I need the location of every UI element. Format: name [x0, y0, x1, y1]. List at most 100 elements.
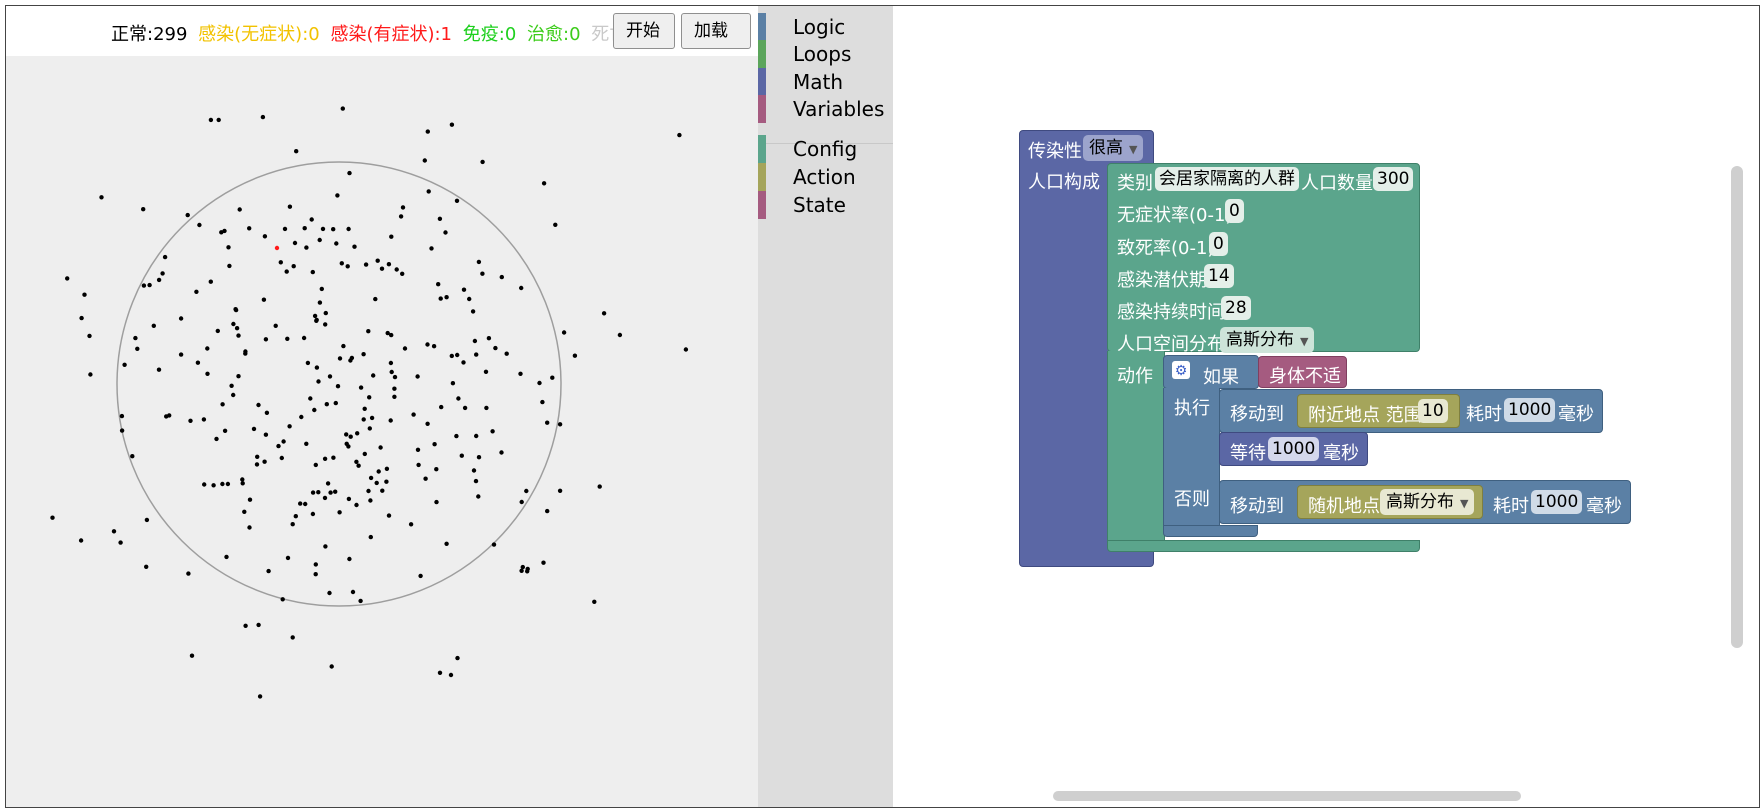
- person-dot: [299, 414, 304, 420]
- person-dot: [220, 402, 225, 407]
- person-dot: [144, 564, 149, 569]
- condition-label: 身体不适: [1269, 366, 1341, 387]
- infectivity-label: 传染性: [1028, 141, 1082, 162]
- person-dot: [260, 114, 266, 120]
- toolbox-category-state[interactable]: State: [758, 190, 893, 220]
- person-dot: [416, 462, 421, 468]
- toolbox-category-math[interactable]: Math: [758, 67, 893, 97]
- person-dot: [519, 499, 524, 505]
- person-dot: [423, 476, 428, 481]
- toolbox-category-logic[interactable]: Logic: [758, 12, 893, 42]
- person-dot: [220, 481, 225, 487]
- dropdown-arrow-icon: ▼: [1300, 335, 1309, 348]
- person-dot: [334, 241, 339, 246]
- toolbox-category-config[interactable]: Config: [758, 134, 893, 164]
- count-label: 人口数量: [1301, 173, 1373, 194]
- block-workspace[interactable]: 传染性 很高 ▼ 人口构成 类别 会居家隔离的人群 人口数量 300 无症状率(0…: [893, 6, 1759, 807]
- person-dot: [375, 258, 380, 263]
- person-dot: [490, 429, 495, 434]
- person-dot: [313, 562, 318, 567]
- distribution-circle: [116, 161, 562, 607]
- person-dot: [254, 462, 260, 467]
- person-dot: [314, 318, 319, 323]
- person-dot: [205, 346, 210, 351]
- person-dot: [454, 198, 460, 203]
- person-dot: [287, 204, 293, 209]
- person-dot: [617, 332, 623, 338]
- toolbox-category-label: Logic: [793, 15, 846, 39]
- simulation-header: 正常:299 感染(无症状):0 感染(有症状):1 免疫:0 治愈:0 死亡:…: [6, 6, 758, 56]
- wait-field[interactable]: 1000: [1268, 437, 1320, 461]
- person-dot: [434, 467, 439, 472]
- person-dot: [394, 267, 399, 272]
- person-dot: [491, 542, 497, 547]
- person-dot: [388, 418, 393, 423]
- person-dot: [178, 316, 184, 321]
- person-dot: [323, 322, 328, 327]
- person-dot: [402, 346, 408, 351]
- ms-label: 毫秒: [1558, 404, 1594, 425]
- person-dot: [519, 568, 524, 573]
- random-distribution-dropdown[interactable]: 高斯分布 ▼: [1380, 489, 1475, 515]
- person-dot: [118, 540, 123, 545]
- person-dot: [376, 469, 381, 474]
- person-dot: [431, 344, 437, 349]
- workspace-vertical-scrollbar[interactable]: [1731, 166, 1743, 648]
- death-rate-field[interactable]: 0: [1209, 232, 1228, 256]
- person-dot: [186, 571, 191, 576]
- person-dot: [147, 282, 152, 288]
- gear-icon[interactable]: ⚙: [1172, 361, 1190, 379]
- cost-label: 耗时: [1493, 496, 1529, 517]
- person-dot: [436, 282, 441, 287]
- person-dot: [255, 454, 260, 459]
- person-dot: [188, 418, 193, 423]
- person-dot: [231, 392, 236, 398]
- person-dot: [201, 417, 207, 422]
- spatial-label: 人口空间分布: [1117, 334, 1225, 355]
- person-dot: [263, 432, 269, 437]
- person-dot: [78, 538, 84, 543]
- person-dot: [323, 310, 328, 316]
- incubation-field[interactable]: 14: [1204, 264, 1234, 288]
- category-field[interactable]: 会居家隔离的人群: [1155, 167, 1299, 191]
- spatial-dropdown[interactable]: 高斯分布 ▼: [1220, 327, 1315, 353]
- duration-label: 感染持续时间: [1117, 302, 1225, 323]
- start-button[interactable]: 开始: [613, 13, 675, 49]
- person-dot: [313, 462, 318, 468]
- toolbox-category-loops[interactable]: Loops: [758, 39, 893, 69]
- population-label: 人口构成: [1028, 172, 1100, 193]
- person-dot: [333, 400, 338, 406]
- person-dot: [384, 479, 389, 484]
- workspace-horizontal-scrollbar[interactable]: [1053, 791, 1521, 801]
- person-dot: [156, 277, 162, 283]
- toolbox-category-action[interactable]: Action: [758, 162, 893, 192]
- person-dot: [545, 508, 550, 514]
- cost-field[interactable]: 1000: [1531, 490, 1583, 514]
- person-dot: [197, 222, 202, 228]
- infectivity-dropdown[interactable]: 很高 ▼: [1083, 135, 1144, 161]
- cost-field[interactable]: 1000: [1504, 398, 1556, 422]
- person-dot: [278, 260, 283, 265]
- person-dot: [434, 499, 439, 505]
- person-dot: [327, 374, 333, 379]
- toolbox-category-variables[interactable]: Variables: [758, 94, 893, 124]
- person-dot: [298, 501, 303, 506]
- person-dot: [368, 475, 374, 481]
- person-dot: [325, 481, 331, 486]
- load-button[interactable]: 加载: [681, 13, 751, 49]
- person-dot: [444, 541, 449, 546]
- person-dot: [439, 404, 444, 410]
- person-dot: [470, 309, 476, 314]
- person-dot: [462, 405, 468, 411]
- duration-field[interactable]: 28: [1221, 296, 1251, 320]
- count-field[interactable]: 300: [1373, 167, 1414, 191]
- person-dot: [314, 365, 320, 370]
- asym-rate-field[interactable]: 0: [1225, 199, 1244, 223]
- person-dot: [202, 482, 207, 487]
- person-dot: [389, 369, 394, 375]
- person-dot: [227, 263, 232, 269]
- person-dot: [384, 466, 390, 471]
- person-dot: [305, 360, 311, 366]
- person-dot: [472, 338, 478, 344]
- nearby-range-field[interactable]: 10: [1418, 399, 1448, 423]
